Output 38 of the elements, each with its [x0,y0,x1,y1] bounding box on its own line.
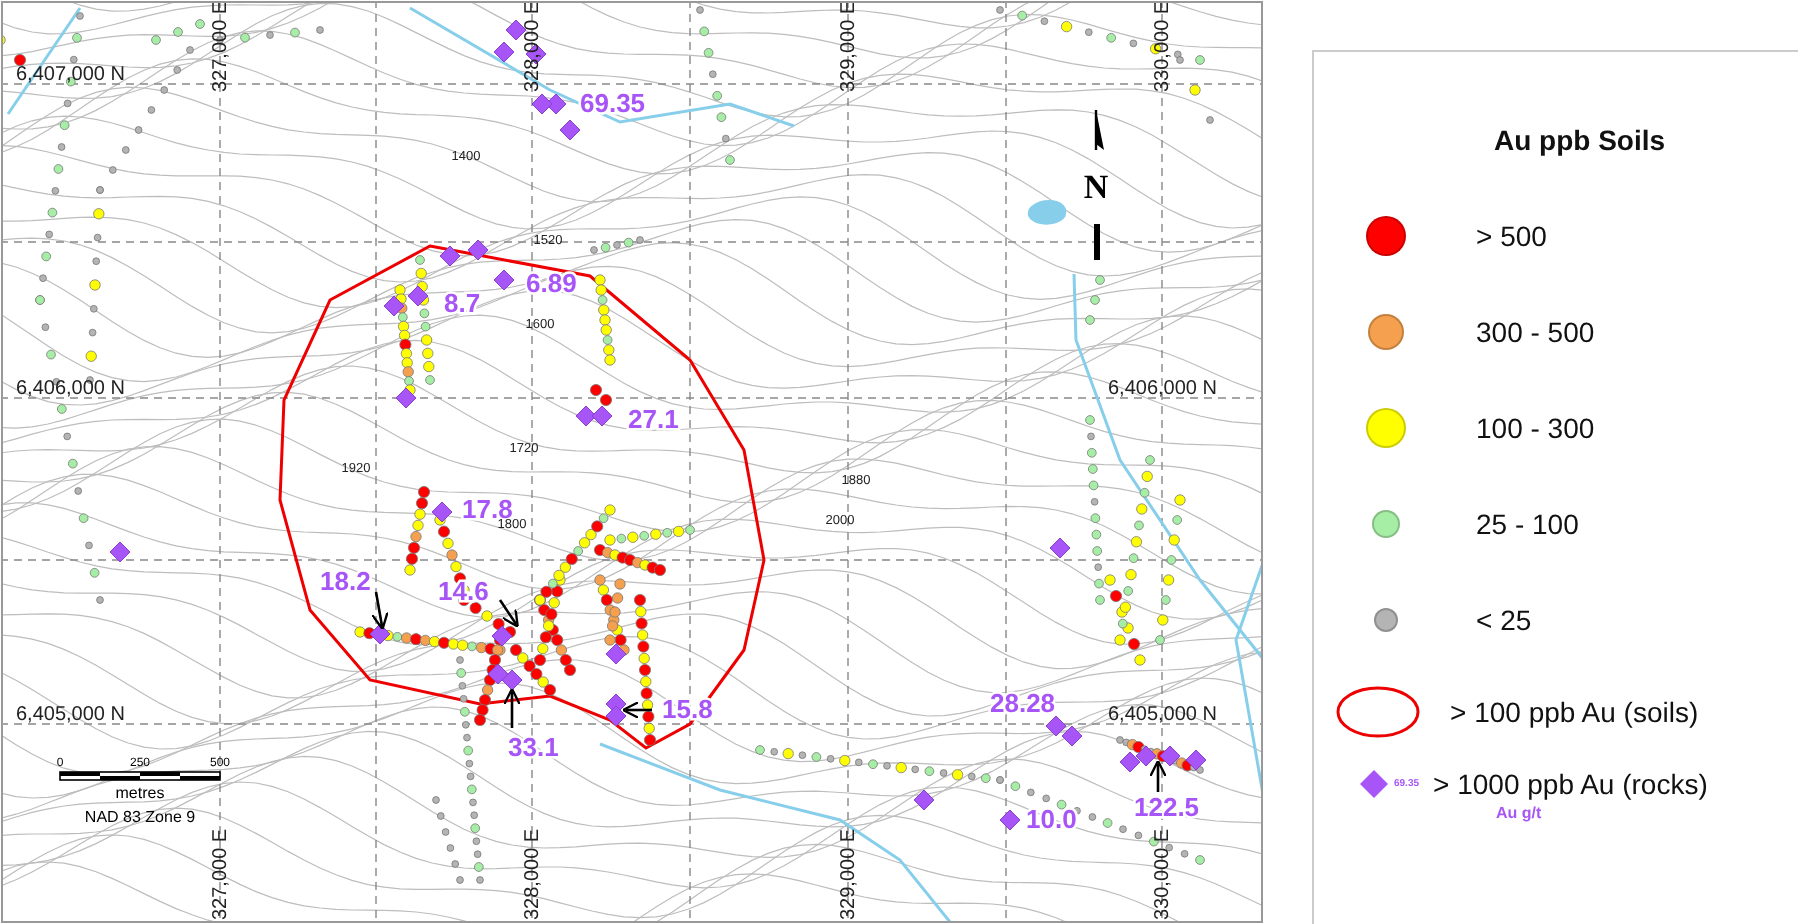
assay-label: 10.0 [1026,804,1077,834]
pointer-arrow [498,599,519,628]
north-label: N [1083,168,1109,206]
easting-label: 330,000 E [1152,828,1174,920]
easting-label: 328,000 E [522,828,544,920]
legend-label: 300 - 500 [1476,316,1595,348]
legend-label: 100 - 300 [1476,412,1595,444]
legend-title: Au ppb Soils [1494,124,1666,156]
northing-label: 6,407,000 N [16,64,125,86]
pointer-arrow [503,687,521,728]
assay-label: 28.28 [990,688,1056,718]
pointer-arrow [1149,759,1167,792]
legend-label: > 500 [1476,220,1547,252]
assay-label: 33.1 [508,732,559,762]
scale-bar-icon [59,771,221,781]
legend-label: 25 - 100 [1476,508,1579,540]
assay-label: 122.5 [1134,792,1200,822]
northing-label: 6,405,000 N [1108,704,1217,726]
outline-ellipse-icon [1334,684,1422,740]
northing-label: 6,405,000 N [16,704,125,726]
unit-label: Au g/t [1496,804,1542,822]
assay-label: 6.89 [526,268,577,298]
assay-label: 69.35 [580,88,646,118]
legend-label: > 100 ppb Au (soils) [1450,696,1699,728]
legend-label: < 25 [1476,604,1532,636]
legend-label: > 1000 ppb Au (rocks) [1433,768,1708,800]
datum-label: NAD 83 Zone 9 [84,808,196,826]
assay-label: 8.7 [444,288,481,318]
assay-label: 18.2 [320,566,371,596]
easting-label: 327,000 E [210,828,232,920]
pointer-arrow [621,701,652,719]
northing-label: 6,406,000 N [16,378,125,400]
assay-label: 27.1 [628,404,679,434]
diamond-icon [1360,770,1388,798]
easting-label: 329,000 E [838,828,860,920]
northing-label: 6,406,000 N [1108,378,1217,400]
scale-unit: metres [115,784,165,802]
pointer-arrow [371,591,389,631]
